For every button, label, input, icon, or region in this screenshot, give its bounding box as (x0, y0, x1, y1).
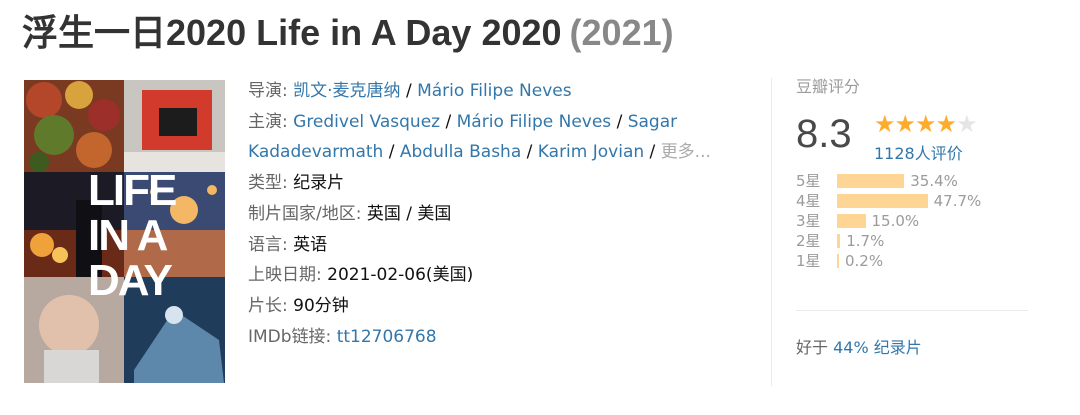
better-than: 好于 44% 纪录片 (796, 337, 922, 359)
country-value: 英国 / 美国 (366, 203, 452, 224)
imdb-link[interactable]: tt12706768 (337, 327, 437, 347)
dist-percent: 35.4% (910, 172, 958, 190)
dist-star-label: 5星 (796, 172, 821, 190)
dist-percent: 1.7% (846, 232, 885, 250)
runtime-value: 90分钟 (293, 295, 349, 316)
runtime-label: 片长: (248, 295, 288, 316)
separator: / (611, 111, 628, 132)
dist-bar (837, 254, 839, 268)
director-link-2[interactable]: Mário Filipe Neves (417, 81, 572, 101)
country-label: 制片国家/地区: (248, 203, 362, 224)
dist-star-label: 3星 (796, 212, 821, 230)
info-row-country: 制片国家/地区: 英国 / 美国 (248, 199, 748, 230)
rating-dist-row: 3星 15.0% (796, 211, 1056, 231)
dist-bar (837, 194, 928, 208)
movie-poster[interactable]: LIFE IN A DAY (24, 80, 225, 383)
cast-link-3[interactable]: Sagar (628, 112, 677, 132)
info-row-cast-cont: Kadadevarmath / Abdulla Basha / Karim Jo… (248, 137, 748, 168)
director-link-1[interactable]: 凯文·麦克唐纳 (293, 81, 400, 101)
dist-star-label: 1星 (796, 252, 821, 270)
cast-link-1[interactable]: Gredivel Vasquez (293, 112, 440, 132)
director-label: 导演: (248, 81, 288, 101)
star-icon: ★ (956, 110, 977, 138)
cast-link-4[interactable]: Abdulla Basha (400, 142, 521, 162)
star-icon: ★ (894, 110, 916, 138)
separator: / (383, 142, 400, 163)
dist-bar (837, 234, 841, 248)
movie-info: 导演: 凯文·麦克唐纳 / Mário Filipe Neves 主演: Gre… (248, 76, 748, 352)
rating-dist-row: 1星 0.2% (796, 251, 1056, 271)
info-row-release: 上映日期: 2021-02-06(美国) (248, 260, 748, 291)
info-row-runtime: 片长: 90分钟 (248, 291, 748, 322)
rating-panel: 豆瓣评分 8.3 ★★★★★ 1128人评价 5星 35.4% 4星 47.7% 3星 1… (796, 74, 1056, 271)
movie-title-text: 浮生一日2020 Life in A Day 2020 (22, 12, 562, 53)
dist-percent: 15.0% (871, 212, 920, 230)
separator: / (440, 111, 457, 132)
info-row-cast: 主演: Gredivel Vasquez / Mário Filipe Neve… (248, 107, 748, 138)
better-prefix: 好于 (796, 338, 829, 357)
divider (796, 310, 1028, 311)
dist-percent: 0.2% (845, 252, 884, 270)
divider (771, 78, 772, 386)
rating-dist-row: 2星 1.7% (796, 231, 1056, 251)
info-row-genre: 类型: 纪录片 (248, 168, 748, 199)
separator: / (400, 81, 418, 101)
release-value: 2021-02-06(美国) (327, 265, 474, 286)
poster-word-in-a: IN A (88, 211, 168, 260)
cast-link-5[interactable]: Karim Jovian (538, 142, 644, 162)
language-value: 英语 (293, 234, 328, 255)
release-label: 上映日期: (248, 265, 322, 286)
cast-label: 主演: (248, 111, 288, 132)
more-cast-button[interactable]: 更多... (661, 142, 711, 162)
cast-link-3-cont[interactable]: Kadadevarmath (248, 142, 383, 162)
separator: / (644, 142, 661, 163)
info-row-director: 导演: 凯文·麦克唐纳 / Mário Filipe Neves (248, 76, 748, 107)
info-row-language: 语言: 英语 (248, 230, 748, 261)
rating-stars: ★★★★★ (874, 110, 978, 138)
genre-label: 类型: (248, 173, 288, 194)
poster-word-day: DAY (88, 256, 173, 305)
movie-year: (2021) (569, 12, 674, 53)
imdb-label: IMDb链接: (248, 326, 332, 347)
info-row-imdb: IMDb链接: tt12706768 (248, 322, 748, 353)
dist-bar (837, 214, 866, 228)
votes-link[interactable]: 1128人评价 (874, 140, 963, 164)
star-icon: ★ (874, 110, 895, 138)
genre-value: 纪录片 (293, 173, 345, 194)
cast-link-2[interactable]: Mário Filipe Neves (457, 112, 612, 132)
dist-percent: 47.7% (933, 192, 982, 210)
language-label: 语言: (248, 234, 288, 255)
dist-star-label: 2星 (796, 232, 821, 250)
rating-dist-row: 4星 47.7% (796, 191, 1056, 211)
better-than-link[interactable]: 44% 纪录片 (833, 338, 922, 357)
poster-word-life: LIFE (88, 166, 176, 215)
rating-title: 豆瓣评分 (796, 77, 861, 96)
rating-distribution: 5星 35.4% 4星 47.7% 3星 15.0% 2星 1.7% 1星 0.2% (796, 171, 1056, 271)
dist-bar (837, 174, 905, 188)
rating-score: 8.3 (796, 112, 852, 156)
rating-dist-row: 5星 35.4% (796, 171, 1056, 191)
score-row: 8.3 ★★★★★ 1128人评价 (796, 108, 1056, 166)
dist-star-label: 4星 (796, 192, 821, 210)
separator: / (521, 142, 538, 163)
star-icon: ★ (935, 110, 957, 138)
star-icon: ★ (915, 110, 936, 138)
movie-title: 浮生一日2020 Life in A Day 2020 (2021) (22, 8, 674, 58)
